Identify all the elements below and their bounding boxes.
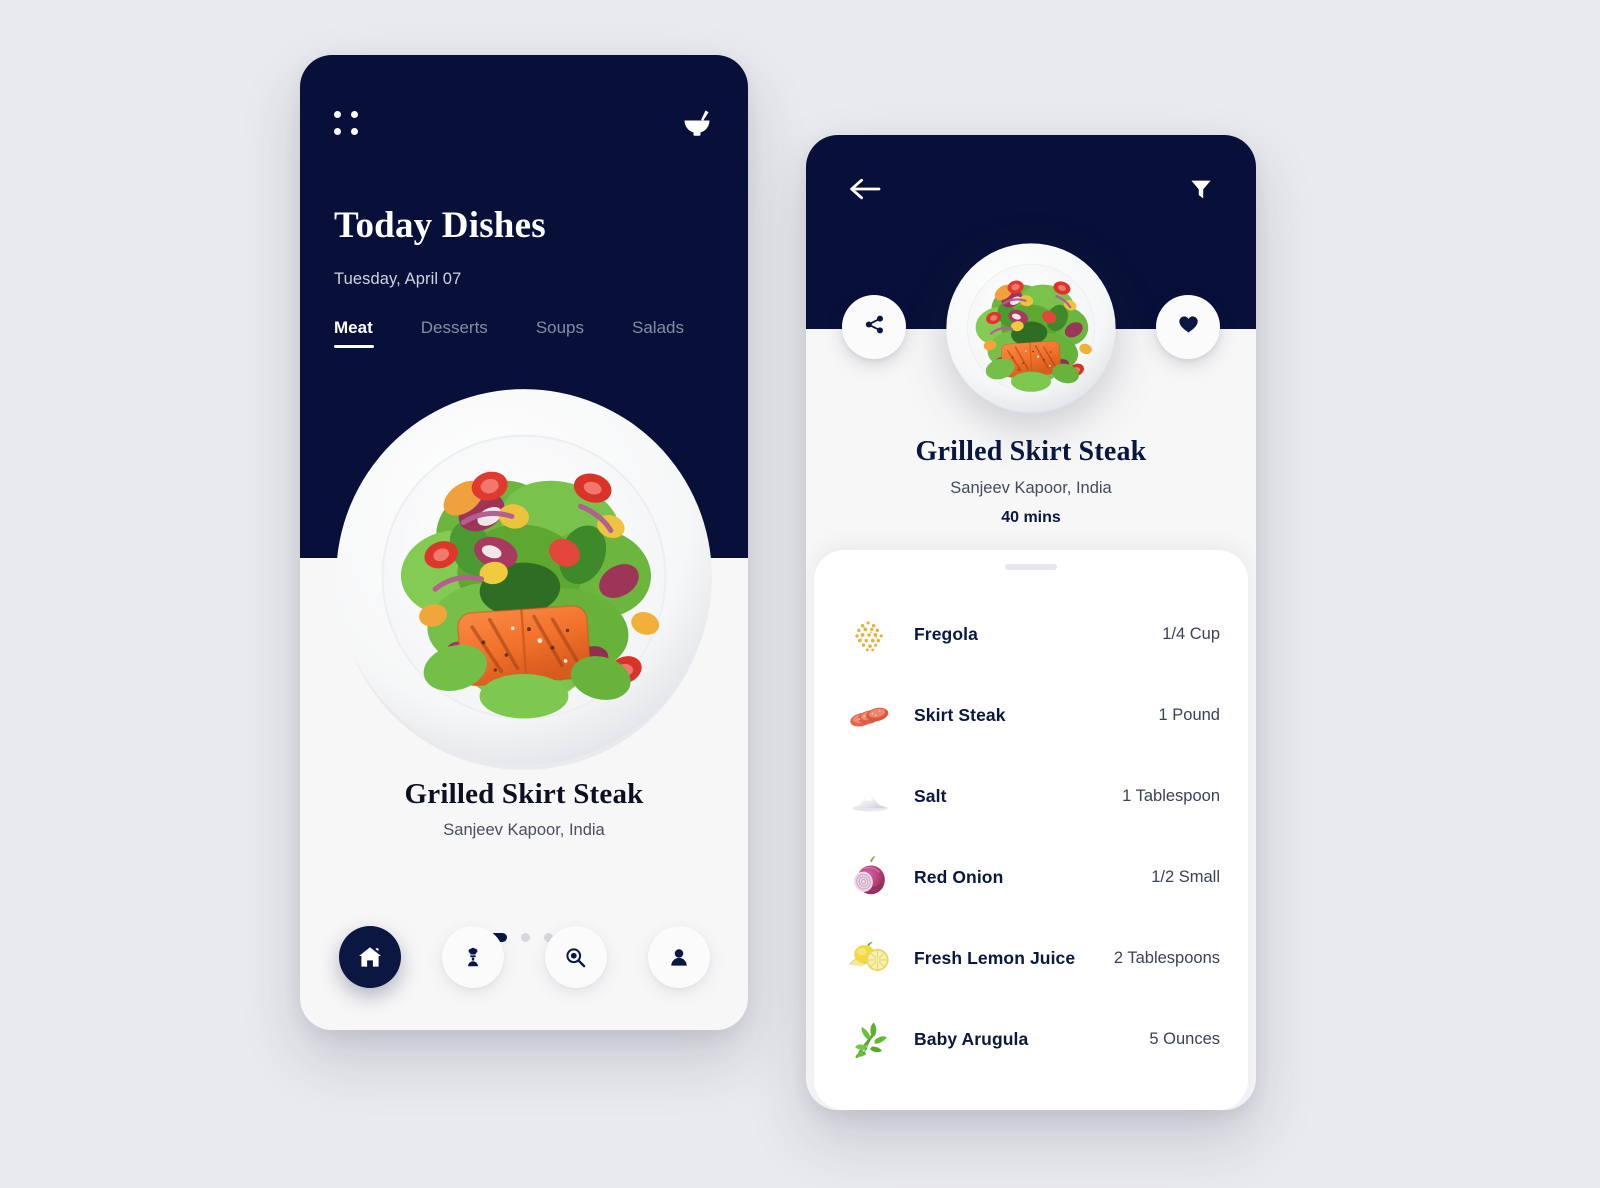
tab-meat[interactable]: Meat <box>334 318 374 348</box>
ingredient-name: Salt <box>914 786 947 806</box>
red-onion-icon <box>842 850 898 906</box>
filter-button[interactable] <box>1188 176 1214 207</box>
ingredient-quantity: 2 Tablespoons <box>1113 949 1220 967</box>
app-canvas: Today Dishes Tuesday, April 07 Meat Dess… <box>0 0 1600 1188</box>
tab-salads[interactable]: Salads <box>632 318 684 348</box>
back-button[interactable] <box>848 177 882 206</box>
dish-image[interactable] <box>322 375 726 779</box>
dish-name: Grilled Skirt Steak <box>915 436 1147 467</box>
heart-icon <box>1177 313 1200 341</box>
list-item[interactable]: Fresh Lemon Juice 2 Tablespoons <box>842 918 1220 999</box>
share-button[interactable] <box>842 295 906 359</box>
dish-name: Grilled Skirt Steak <box>404 778 644 810</box>
nav-chef-button[interactable] <box>441 926 504 988</box>
nav-home-button[interactable] <box>338 926 401 988</box>
ingredient-name: Fresh Lemon Juice <box>914 948 1076 968</box>
share-icon <box>863 313 886 341</box>
ingredient-quantity: 1/2 Small <box>1151 868 1220 886</box>
arugula-icon <box>842 1012 898 1068</box>
search-icon <box>563 945 588 970</box>
ingredient-quantity: 1/4 Cup <box>1162 625 1220 643</box>
list-item[interactable]: Salt 1 Tablespoon <box>842 756 1220 837</box>
page-title: Today Dishes <box>334 205 546 246</box>
tab-desserts[interactable]: Desserts <box>421 318 488 348</box>
dish-cook-time: 40 mins <box>1001 509 1061 526</box>
grid-dots-icon[interactable] <box>334 109 362 137</box>
salt-icon <box>842 769 898 825</box>
dish-author: Sanjeev Kapoor, India <box>443 821 605 839</box>
home-icon <box>357 944 383 970</box>
detail-top-bar <box>806 167 1256 215</box>
dish-image[interactable] <box>940 237 1122 419</box>
arrow-left-icon <box>848 177 882 206</box>
fregola-icon <box>842 607 898 663</box>
category-tabs: Meat Desserts Soups Salads <box>334 318 684 348</box>
sheet-drag-handle[interactable] <box>1005 564 1057 570</box>
ingredient-name: Skirt Steak <box>914 705 1006 725</box>
favorite-button[interactable] <box>1156 295 1220 359</box>
profile-icon <box>667 945 691 969</box>
home-screen-phone: Today Dishes Tuesday, April 07 Meat Dess… <box>300 55 748 1030</box>
ingredient-name: Red Onion <box>914 867 1004 887</box>
nav-search-button[interactable] <box>544 926 607 988</box>
chef-icon <box>461 945 485 969</box>
page-date: Tuesday, April 07 <box>334 270 462 288</box>
bottom-navigation <box>300 926 748 988</box>
skirt-steak-icon <box>842 688 898 744</box>
ingredient-quantity: 1 Tablespoon <box>1122 787 1220 805</box>
ingredient-quantity: 1 Pound <box>1158 706 1220 724</box>
ingredient-name: Fregola <box>914 624 978 644</box>
list-item[interactable]: Skirt Steak 1 Pound <box>842 675 1220 756</box>
filter-funnel-icon <box>1188 176 1214 207</box>
tab-soups[interactable]: Soups <box>536 318 584 348</box>
detail-screen-phone: Grilled Skirt Steak Sanjeev Kapoor, Indi… <box>806 135 1256 1110</box>
list-item[interactable]: Baby Arugula 5 Ounces <box>842 999 1220 1080</box>
home-top-bar <box>300 95 748 151</box>
bowl-with-spoon-icon[interactable] <box>680 106 714 140</box>
dish-author: Sanjeev Kapoor, India <box>950 479 1112 497</box>
dish-hero <box>300 375 748 795</box>
list-item[interactable]: Red Onion 1/2 Small <box>842 837 1220 918</box>
ingredients-list: Fregola 1/4 Cup Skirt Steak 1 Pound Salt… <box>814 584 1248 1080</box>
lemon-icon <box>842 931 898 987</box>
ingredient-name: Baby Arugula <box>914 1029 1029 1049</box>
ingredients-sheet: Fregola 1/4 Cup Skirt Steak 1 Pound Salt… <box>814 550 1248 1110</box>
ingredient-quantity: 5 Ounces <box>1149 1030 1220 1048</box>
list-item[interactable]: Fregola 1/4 Cup <box>842 594 1220 675</box>
nav-profile-button[interactable] <box>647 926 710 988</box>
